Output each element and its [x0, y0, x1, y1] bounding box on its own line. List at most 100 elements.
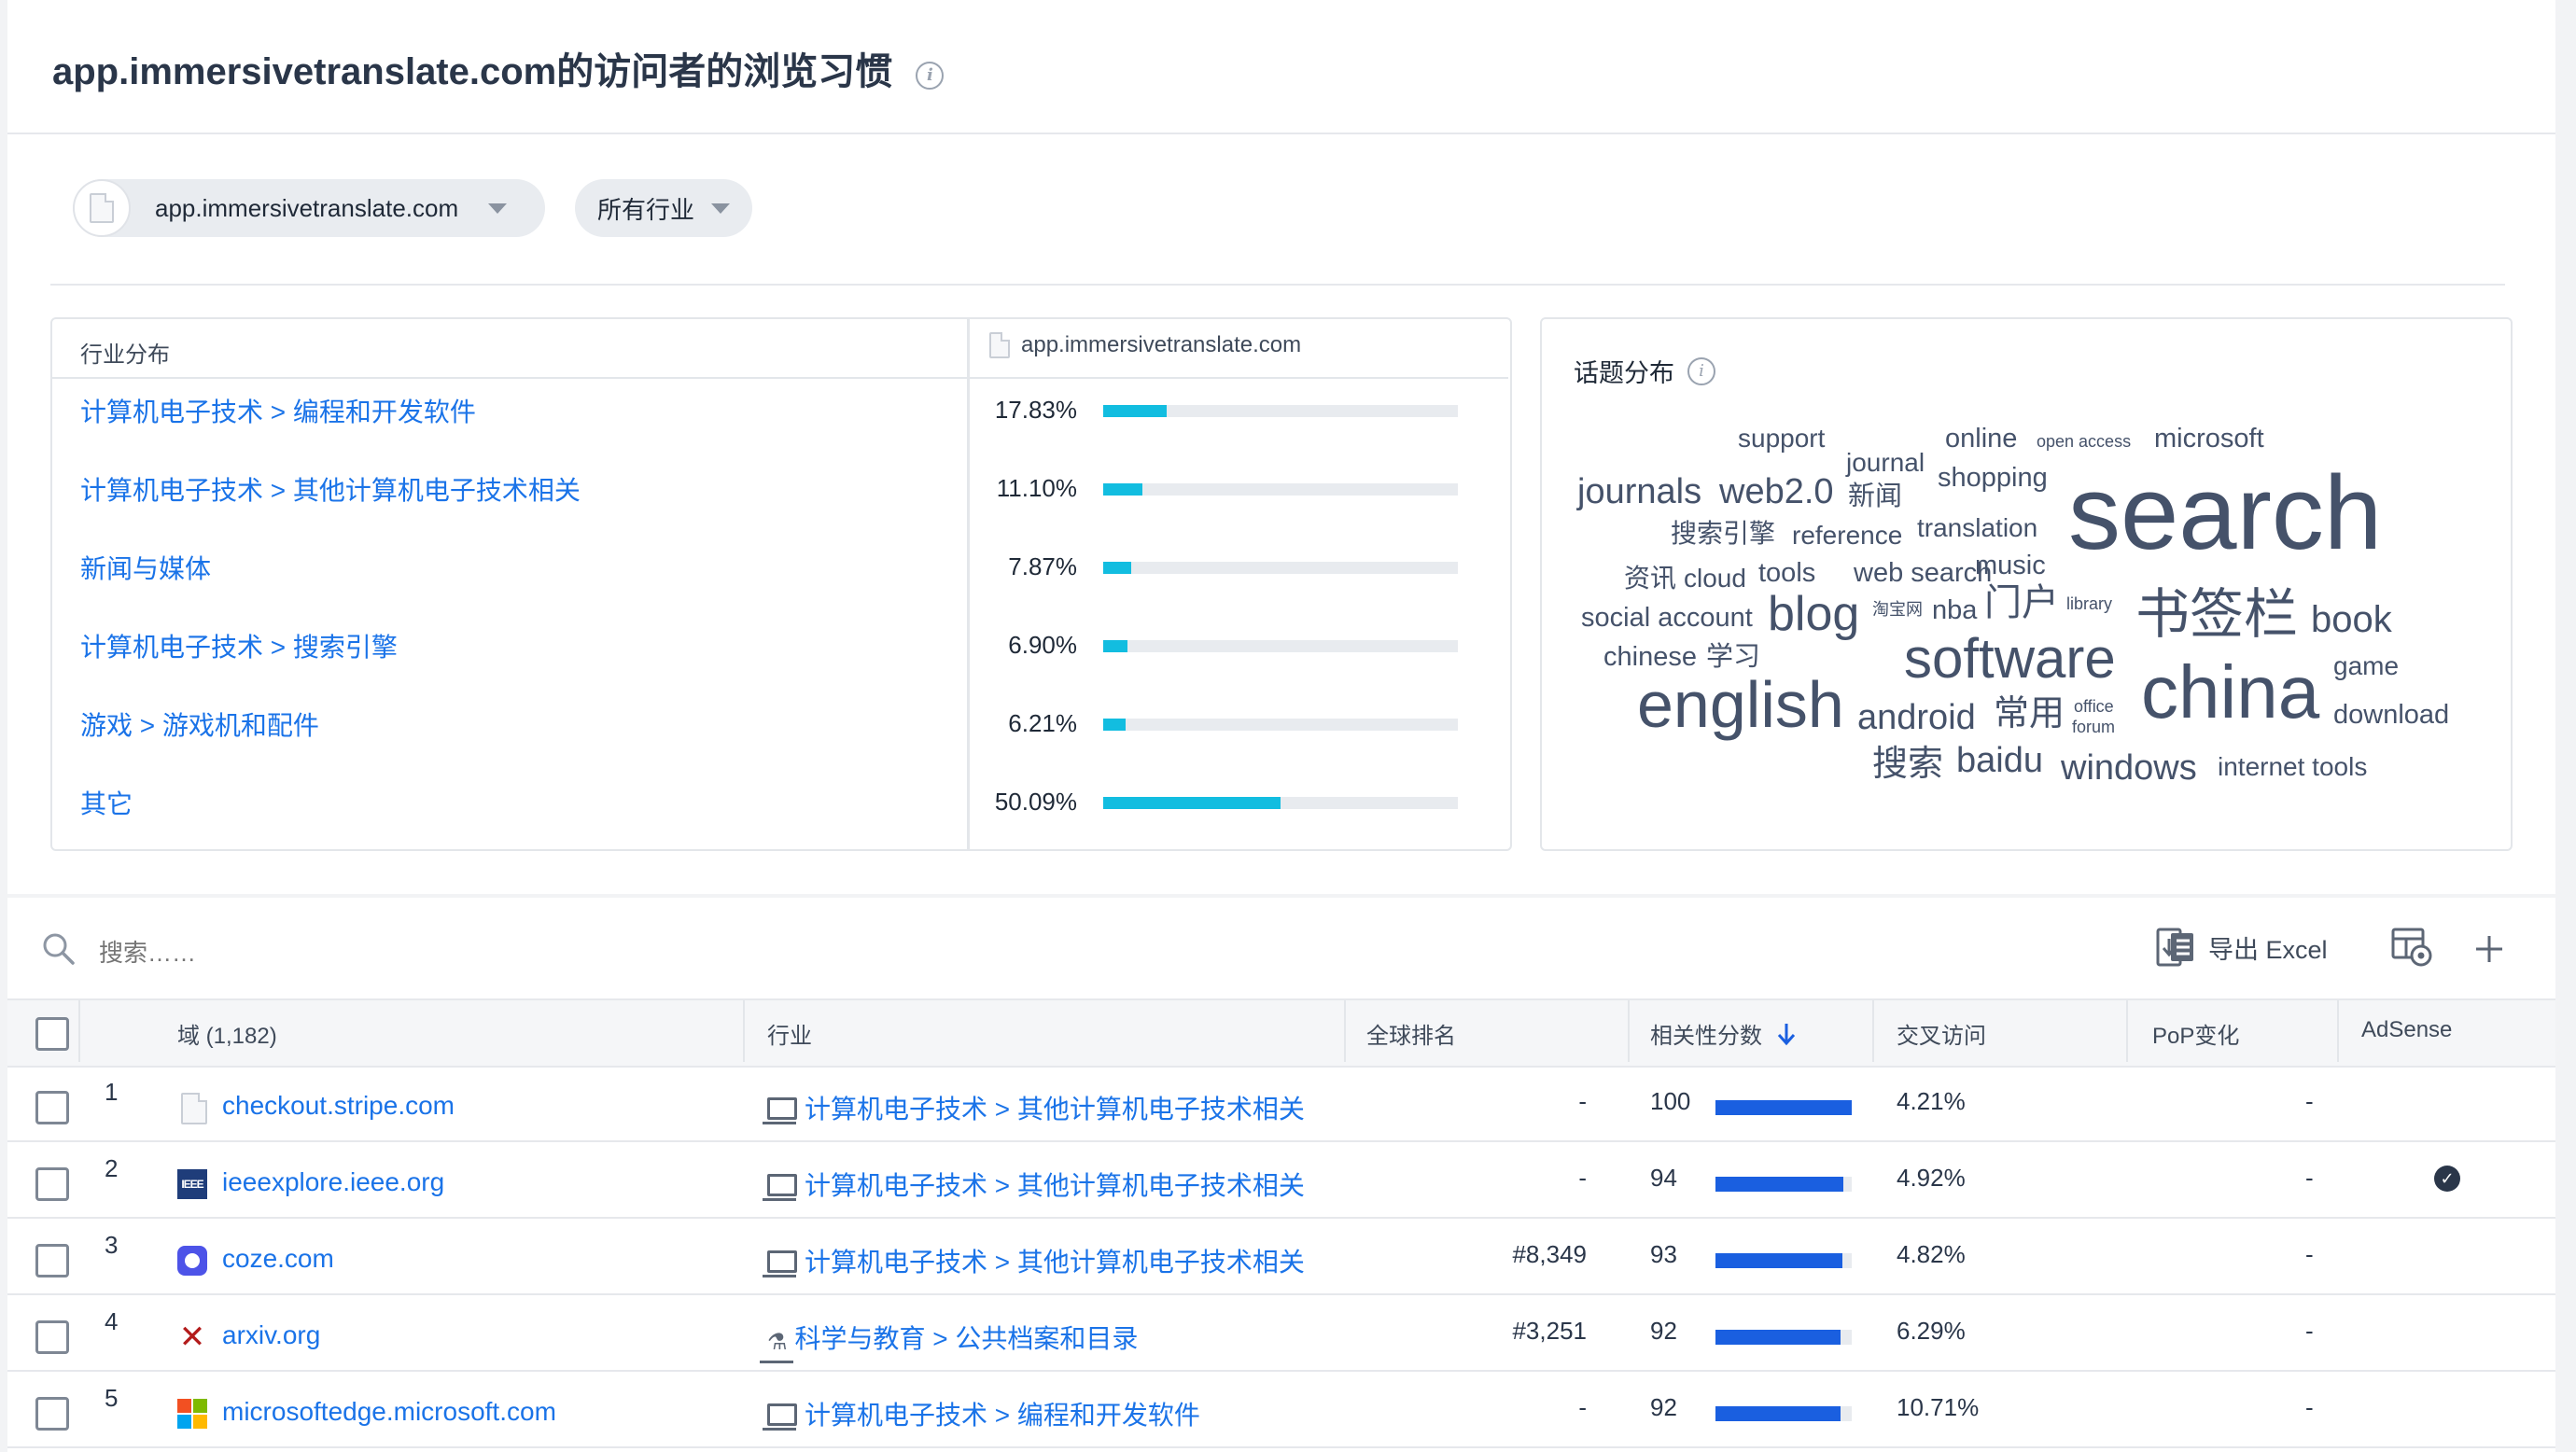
topic-word[interactable]: download	[2333, 702, 2449, 729]
topic-word[interactable]: library	[2066, 595, 2112, 612]
topic-word[interactable]: 常用	[1994, 696, 2065, 732]
table-row[interactable]	[7, 1295, 2555, 1372]
row-checkbox[interactable]	[35, 1397, 69, 1431]
topic-word[interactable]: book	[2311, 601, 2392, 638]
industry-filter-label: 所有行业	[597, 195, 695, 224]
file-icon	[90, 193, 114, 223]
row-domain-link[interactable]: arxiv.org	[222, 1320, 320, 1350]
row-industry-link[interactable]: 计算机电子技术 > 其他计算机电子技术相关	[763, 1166, 1305, 1203]
topic-word[interactable]: baidu	[1956, 743, 2043, 778]
header-col-divider	[743, 1000, 745, 1062]
row-industry-text: 科学与教育 > 公共档案和目录	[794, 1324, 1139, 1353]
row-checkbox[interactable]	[35, 1320, 69, 1354]
microsoft-square	[177, 1399, 191, 1413]
row-domain-link[interactable]: microsoftedge.microsoft.com	[222, 1397, 556, 1427]
topic-word[interactable]: 门户	[1984, 584, 2059, 621]
row-checkbox[interactable]	[35, 1091, 69, 1124]
select-all-checkbox[interactable]	[35, 1017, 69, 1051]
topics-title: 话题分布 i	[1574, 353, 1715, 389]
col-adsense[interactable]: AdSense	[2361, 1017, 2452, 1043]
export-excel-button[interactable]: 导出 Excel	[2154, 924, 2328, 970]
site-selector[interactable]: app.immersivetranslate.com	[73, 179, 545, 237]
row-industry-link[interactable]: ⚗ 科学与教育 > 公共档案和目录	[760, 1319, 1139, 1363]
add-column-icon[interactable]	[2473, 933, 2505, 965]
row-relevance-score: 94	[1650, 1164, 1677, 1192]
row-domain-link[interactable]: checkout.stripe.com	[222, 1091, 455, 1121]
site-selector-label: app.immersivetranslate.com	[155, 193, 459, 222]
column-settings-icon[interactable]	[2389, 924, 2436, 970]
col-relevance[interactable]: 相关性分数	[1650, 1017, 1798, 1050]
topic-word[interactable]: 搜索	[1872, 747, 1943, 782]
topic-word[interactable]: journal	[1846, 450, 1925, 476]
topic-word[interactable]: reference	[1792, 523, 1902, 549]
site-header-label: app.immersivetranslate.com	[1021, 332, 1302, 357]
topic-word[interactable]: software	[1904, 631, 2116, 687]
topic-word[interactable]: microsoft	[2154, 426, 2264, 453]
row-relevance-score: 100	[1650, 1087, 1691, 1115]
row-cross-visit: 4.92%	[1897, 1164, 1966, 1192]
col-domain[interactable]: 域 (1,182)	[177, 1017, 277, 1050]
topic-word[interactable]: support	[1738, 426, 1825, 452]
topic-word[interactable]: internet tools	[2218, 754, 2367, 780]
chevron-down-icon	[488, 202, 508, 214]
topic-word[interactable]: search	[2068, 461, 2382, 565]
row-domain-link[interactable]: coze.com	[222, 1244, 334, 1274]
row-industry-link[interactable]: 计算机电子技术 > 编程和开发软件	[763, 1395, 1200, 1432]
topic-word[interactable]: 搜索引擎	[1671, 521, 1775, 547]
topic-word[interactable]: 淘宝网	[1872, 601, 1923, 618]
industry-row-label[interactable]: 其它	[80, 784, 133, 821]
info-icon[interactable]: i	[1687, 356, 1715, 385]
topic-word[interactable]: 书签栏	[2135, 588, 2298, 642]
row-checkbox[interactable]	[35, 1244, 69, 1277]
industry-row-label[interactable]: 游戏 > 游戏机和配件	[80, 705, 319, 743]
topic-word[interactable]: blog	[1768, 590, 1859, 638]
info-icon[interactable]: i	[916, 62, 945, 90]
topic-word[interactable]: cloud	[1684, 565, 1746, 592]
topic-word[interactable]: translation	[1917, 515, 2037, 541]
row-domain-link[interactable]: ieeexplore.ieee.org	[222, 1167, 444, 1197]
topic-word[interactable]: forum	[2072, 719, 2115, 735]
topic-word[interactable]: music	[1975, 552, 2046, 579]
row-checkbox[interactable]	[35, 1167, 69, 1201]
topic-word[interactable]: web2.0	[1719, 474, 1834, 510]
col-cross-visit[interactable]: 交叉访问	[1897, 1017, 1986, 1050]
row-cross-visit: 6.29%	[1897, 1317, 1966, 1345]
industry-row-label[interactable]: 计算机电子技术 > 搜索引擎	[80, 627, 398, 664]
industry-row-percent: 6.90%	[1008, 631, 1077, 659]
topic-word[interactable]: nba	[1932, 597, 1977, 624]
topic-word[interactable]: china	[2141, 655, 2319, 730]
row-cross-visit: 10.71%	[1897, 1393, 1980, 1421]
topic-word[interactable]: game	[2333, 653, 2399, 679]
topic-word[interactable]: web search	[1854, 560, 1992, 587]
topic-word[interactable]: windows	[2061, 750, 2197, 786]
topic-word[interactable]: open access	[2037, 433, 2131, 450]
topic-word[interactable]: chinese	[1603, 644, 1697, 671]
topic-word[interactable]: online	[1945, 426, 2017, 453]
industry-filter[interactable]: 所有行业	[575, 179, 752, 237]
search-input[interactable]	[97, 933, 567, 972]
topic-word[interactable]: tools	[1758, 560, 1815, 587]
col-industry[interactable]: 行业	[767, 1017, 812, 1050]
industry-row-label[interactable]: 新闻与媒体	[80, 549, 211, 586]
search-bar[interactable]	[41, 928, 601, 976]
topic-word[interactable]: english	[1637, 672, 1844, 737]
topic-word[interactable]: journals	[1577, 474, 1701, 510]
industry-row-bar	[1103, 405, 1458, 417]
topic-word[interactable]: 学习	[1706, 644, 1760, 671]
industry-row-label[interactable]: 计算机电子技术 > 编程和开发软件	[80, 392, 476, 429]
topic-word[interactable]: shopping	[1938, 465, 2048, 492]
col-pop[interactable]: PoP变化	[2152, 1017, 2239, 1050]
row-industry-link[interactable]: 计算机电子技术 > 其他计算机电子技术相关	[763, 1242, 1305, 1279]
topic-word[interactable]: social account	[1581, 605, 1753, 632]
header-col-divider	[1344, 1000, 1346, 1062]
topic-word[interactable]: android	[1857, 700, 1976, 735]
microscope-icon: ⚗	[760, 1330, 793, 1363]
topic-word[interactable]: 新闻	[1848, 483, 1902, 510]
page-header: app.immersivetranslate.com的访问者的浏览习惯 i	[7, 0, 2555, 134]
industry-row-label[interactable]: 计算机电子技术 > 其他计算机电子技术相关	[80, 470, 581, 508]
topic-word[interactable]: 资讯	[1624, 565, 1676, 592]
row-relevance-bar	[1715, 1100, 1852, 1115]
row-industry-link[interactable]: 计算机电子技术 > 其他计算机电子技术相关	[763, 1089, 1305, 1126]
col-global-rank[interactable]: 全球排名	[1366, 1017, 1456, 1050]
topic-word[interactable]: office	[2074, 698, 2114, 715]
